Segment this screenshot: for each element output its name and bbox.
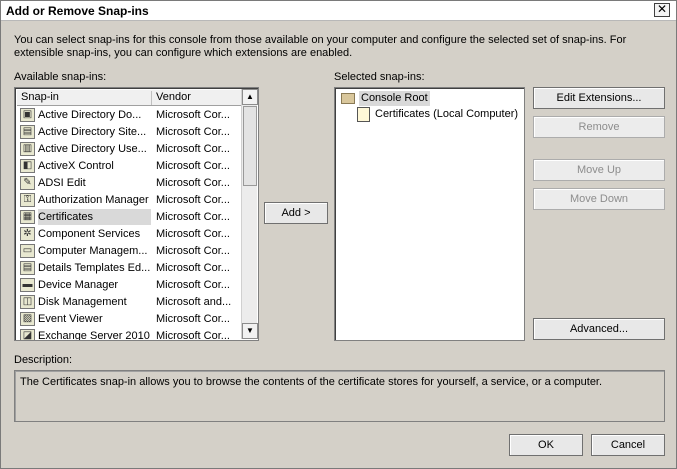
list-item[interactable]: ▦ Certificates Microsoft Cor... xyxy=(17,209,241,226)
computer-management-icon: ▭ xyxy=(20,244,35,258)
list-item[interactable]: ⚿ Authorization Manager Microsoft Cor... xyxy=(17,192,241,209)
edit-extensions-button[interactable]: Edit Extensions... xyxy=(533,87,665,109)
description-box: The Certificates snap-in allows you to b… xyxy=(14,370,665,422)
snapin-name: Active Directory Site... xyxy=(38,126,147,138)
list-item[interactable]: ▭ Computer Managem... Microsoft Cor... xyxy=(17,243,241,260)
cancel-button[interactable]: Cancel xyxy=(591,434,665,456)
list-item[interactable]: ◧ ActiveX Control Microsoft Cor... xyxy=(17,158,241,175)
snapin-name: Active Directory Use... xyxy=(38,143,147,155)
list-item[interactable]: ▣ Active Directory Do... Microsoft Cor... xyxy=(17,107,241,124)
snapin-name: Disk Management xyxy=(38,296,127,308)
list-item[interactable]: ◫ Disk Management Microsoft and... xyxy=(17,294,241,311)
remove-button[interactable]: Remove xyxy=(533,116,665,138)
available-snapins-rows: ▣ Active Directory Do... Microsoft Cor... ▤… xyxy=(17,107,241,341)
snapin-name: Exchange Server 2010 xyxy=(38,330,150,341)
snapin-name: Authorization Manager xyxy=(38,194,149,206)
ad-domains-icon: ▣ xyxy=(20,108,35,122)
snapin-vendor: Microsoft Cor... xyxy=(156,109,230,121)
snapin-vendor: Microsoft Cor... xyxy=(156,279,230,291)
scroll-down-button[interactable]: ▼ xyxy=(242,323,258,339)
snapin-vendor: Microsoft Cor... xyxy=(156,194,230,206)
snapin-vendor: Microsoft Cor... xyxy=(156,228,230,240)
snapin-name: Computer Managem... xyxy=(38,245,148,257)
description-text: The Certificates snap-in allows you to b… xyxy=(20,376,603,388)
add-remove-snapins-dialog: Add or Remove Snap-ins ✕ You can select … xyxy=(0,0,677,469)
exchange-server-icon: ◪ xyxy=(20,329,35,340)
scroll-thumb[interactable] xyxy=(243,106,257,186)
list-item[interactable]: ▨ Event Viewer Microsoft Cor... xyxy=(17,311,241,328)
list-item[interactable]: ▥ Active Directory Use... Microsoft Cor... xyxy=(17,141,241,158)
list-item[interactable]: ▤ Details Templates Ed... Microsoft Cor... xyxy=(17,260,241,277)
move-down-button[interactable]: Move Down xyxy=(533,188,665,210)
advanced-button[interactable]: Advanced... xyxy=(533,318,665,340)
ok-button[interactable]: OK xyxy=(509,434,583,456)
event-viewer-icon: ▨ xyxy=(20,312,35,326)
device-manager-icon: ▬ xyxy=(20,278,35,292)
ad-sites-icon: ▤ xyxy=(20,125,35,139)
selected-snapins-label: Selected snap-ins: xyxy=(334,71,425,83)
tree-item-label: Certificates (Local Computer) xyxy=(375,108,519,120)
description-label: Description: xyxy=(14,354,73,366)
tree-item-label: Console Root xyxy=(359,91,430,106)
snapin-vendor: Microsoft Cor... xyxy=(156,143,230,155)
details-templates-icon: ▤ xyxy=(20,261,35,275)
window-title: Add or Remove Snap-ins xyxy=(6,4,149,18)
list-item[interactable]: ✎ ADSI Edit Microsoft Cor... xyxy=(17,175,241,192)
snapin-vendor: Microsoft Cor... xyxy=(156,177,230,189)
available-snapins-list[interactable]: Snap-in Vendor ▣ Active Directory Do... Mi… xyxy=(14,87,259,341)
close-button[interactable]: ✕ xyxy=(654,3,670,17)
title-bar[interactable]: Add or Remove Snap-ins ✕ xyxy=(1,1,676,21)
snapin-vendor: Microsoft and... xyxy=(156,296,232,308)
arrow-up-icon: ▲ xyxy=(246,92,254,101)
snapin-name: Active Directory Do... xyxy=(38,109,142,121)
snapin-name: Event Viewer xyxy=(38,313,103,325)
snapin-vendor: Microsoft Cor... xyxy=(156,262,230,274)
activex-icon: ◧ xyxy=(20,159,35,173)
move-up-button[interactable]: Move Up xyxy=(533,159,665,181)
column-header-snapin[interactable]: Snap-in xyxy=(17,91,152,105)
selected-snapins-tree[interactable]: Console Root Certificates (Local Compute… xyxy=(334,87,525,341)
ad-users-icon: ▥ xyxy=(20,142,35,156)
intro-text: You can select snap-ins for this console… xyxy=(14,34,627,59)
scroll-up-button[interactable]: ▲ xyxy=(242,89,258,105)
snapin-vendor: Microsoft Cor... xyxy=(156,211,230,223)
snapin-name: ADSI Edit xyxy=(38,177,86,189)
list-item[interactable]: ◪ Exchange Server 2010 Microsoft Cor... xyxy=(17,328,241,341)
snapin-name: Device Manager xyxy=(38,279,119,291)
close-icon: ✕ xyxy=(656,2,668,16)
component-services-icon: ✲ xyxy=(20,227,35,241)
snapin-name: Details Templates Ed... xyxy=(38,262,151,274)
list-item[interactable]: ▤ Active Directory Site... Microsoft Cor..… xyxy=(17,124,241,141)
list-scrollbar[interactable]: ▲ ▼ xyxy=(241,89,258,339)
snapin-vendor: Microsoft Cor... xyxy=(156,330,230,341)
snapin-name: ActiveX Control xyxy=(38,160,114,172)
adsi-edit-icon: ✎ xyxy=(20,176,35,190)
snapin-name: Component Services xyxy=(38,228,141,240)
folder-icon xyxy=(341,93,355,104)
snapin-vendor: Microsoft Cor... xyxy=(156,126,230,138)
certificate-icon xyxy=(357,107,370,122)
snapin-name: Certificates xyxy=(38,209,151,225)
snapin-vendor: Microsoft Cor... xyxy=(156,313,230,325)
add-button[interactable]: Add > xyxy=(264,202,328,224)
column-header-vendor[interactable]: Vendor xyxy=(152,91,243,105)
list-item[interactable]: ▬ Device Manager Microsoft Cor... xyxy=(17,277,241,294)
available-snapins-label: Available snap-ins: xyxy=(14,71,107,83)
disk-management-icon: ◫ xyxy=(20,295,35,309)
certificates-icon: ▦ xyxy=(20,210,35,224)
snapin-vendor: Microsoft Cor... xyxy=(156,160,230,172)
arrow-down-icon: ▼ xyxy=(246,326,254,335)
snapin-vendor: Microsoft Cor... xyxy=(156,245,230,257)
list-header: Snap-in Vendor xyxy=(17,90,241,106)
list-item[interactable]: ✲ Component Services Microsoft Cor... xyxy=(17,226,241,243)
authorization-icon: ⚿ xyxy=(20,193,35,207)
